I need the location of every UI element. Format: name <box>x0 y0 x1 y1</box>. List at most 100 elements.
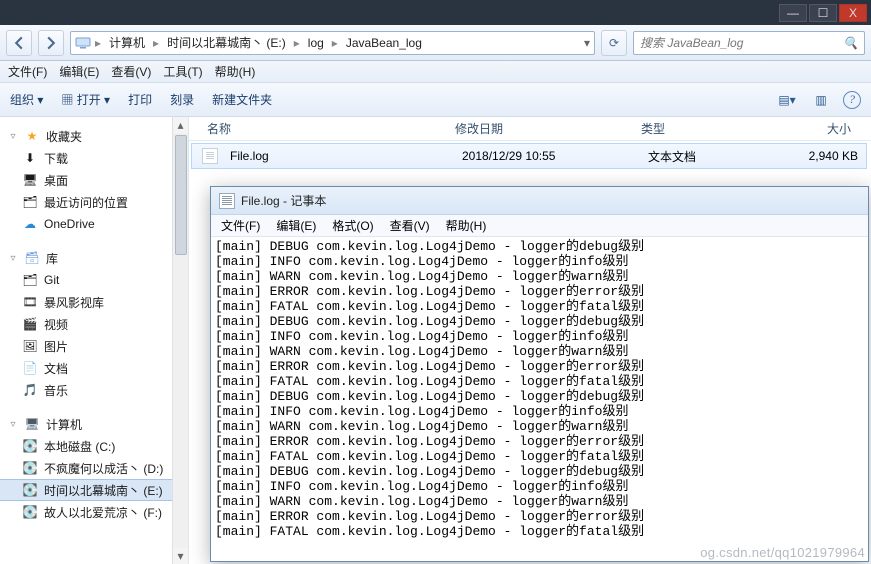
address-bar[interactable]: ▸ 计算机 ▸ 时间以北幕城南丶 (E:) ▸ log ▸ JavaBean_l… <box>70 31 595 55</box>
window-titlebar: — ☐ X <box>0 0 871 25</box>
menu-bar: 文件(F) 编辑(E) 查看(V) 工具(T) 帮助(H) <box>0 61 871 83</box>
np-menu-help[interactable]: 帮助(H) <box>446 217 487 234</box>
address-dropdown-icon[interactable]: ▾ <box>584 36 590 50</box>
breadcrumb-drive-e[interactable]: 时间以北幕城南丶 (E:) <box>163 34 290 51</box>
video-icon: 🎬 <box>22 316 38 332</box>
preview-pane-button[interactable]: ▥ <box>809 89 833 111</box>
refresh-button[interactable]: ⟳ <box>601 30 627 56</box>
column-name[interactable]: 名称 <box>199 120 447 137</box>
view-mode-button[interactable]: ▤ ▾ <box>775 89 799 111</box>
toolbar: 组织 ▾ ▦ 打开 ▾ 打印 刻录 新建文件夹 ▤ ▾ ▥ ? <box>0 83 871 117</box>
file-name: File.log <box>222 149 454 163</box>
notepad-body[interactable]: [main] DEBUG com.kevin.log.Log4jDemo - l… <box>211 237 868 561</box>
chevron-right-icon <box>44 36 58 50</box>
sidebar-item-desktop[interactable]: 🖥桌面 <box>0 169 188 191</box>
close-button[interactable]: X <box>839 4 867 22</box>
sidebar-item-drive-c[interactable]: 💽本地磁盘 (C:) <box>0 435 188 457</box>
sidebar-item-drive-f[interactable]: 💽故人以北爱荒凉丶 (F:) <box>0 501 188 523</box>
file-row[interactable]: File.log 2018/12/29 10:55 文本文档 2,940 KB <box>191 143 867 169</box>
computer-icon <box>75 36 91 50</box>
np-menu-edit[interactable]: 编辑(E) <box>276 217 316 234</box>
notepad-window: File.log - 记事本 文件(F) 编辑(E) 格式(O) 查看(V) 帮… <box>210 186 869 562</box>
drive-icon: 💽 <box>22 460 38 476</box>
navigation-pane: ▿ ★ 收藏夹 ⬇下载 🖥桌面 🗂最近访问的位置 ☁OneDrive ▿ 🗃 库… <box>0 117 189 564</box>
organize-button[interactable]: 组织 ▾ <box>10 91 43 108</box>
music-icon: 🎵 <box>22 382 38 398</box>
text-file-icon <box>202 148 218 164</box>
np-menu-view[interactable]: 查看(V) <box>390 217 430 234</box>
computer-group: ▿ 🖥 计算机 💽本地磁盘 (C:) 💽不疯魔何以成活丶 (D:) 💽时间以北幕… <box>0 413 188 523</box>
favorites-group: ▿ ★ 收藏夹 ⬇下载 🖥桌面 🗂最近访问的位置 ☁OneDrive <box>0 125 188 235</box>
forward-button[interactable] <box>38 30 64 56</box>
desktop-icon: 🖥 <box>22 172 38 188</box>
maximize-button[interactable]: ☐ <box>809 4 837 22</box>
menu-file[interactable]: 文件(F) <box>8 63 47 80</box>
library-icon: 🗃 <box>24 250 40 266</box>
sidebar-item-pictures[interactable]: 🖼图片 <box>0 335 188 357</box>
sidebar-item-music[interactable]: 🎵音乐 <box>0 379 188 401</box>
scroll-thumb[interactable] <box>175 135 187 255</box>
crumb-sep: ▸ <box>95 36 101 50</box>
notepad-icon <box>219 193 235 209</box>
media-icon: 🎞 <box>22 294 38 310</box>
file-type: 文本文档 <box>640 148 780 165</box>
breadcrumb-javabean-log[interactable]: JavaBean_log <box>342 36 426 50</box>
computer-header[interactable]: ▿ 🖥 计算机 <box>0 413 188 435</box>
minimize-button[interactable]: — <box>779 4 807 22</box>
sidebar-item-drive-d[interactable]: 💽不疯魔何以成活丶 (D:) <box>0 457 188 479</box>
notepad-menu: 文件(F) 编辑(E) 格式(O) 查看(V) 帮助(H) <box>211 215 868 237</box>
drive-icon: 💽 <box>22 482 38 498</box>
help-button[interactable]: ? <box>843 91 861 109</box>
drive-icon: 💽 <box>22 438 38 454</box>
menu-tools[interactable]: 工具(T) <box>163 63 202 80</box>
star-icon: ★ <box>24 128 40 144</box>
sidebar-item-storm[interactable]: 🎞暴风影视库 <box>0 291 188 313</box>
scroll-up-icon[interactable]: ▴ <box>173 117 188 133</box>
sidebar-item-videos[interactable]: 🎬视频 <box>0 313 188 335</box>
scroll-down-icon[interactable]: ▾ <box>173 548 188 564</box>
collapse-icon: ▿ <box>8 131 18 142</box>
sidebar-item-downloads[interactable]: ⬇下载 <box>0 147 188 169</box>
download-icon: ⬇ <box>22 150 38 166</box>
new-folder-button[interactable]: 新建文件夹 <box>212 91 272 108</box>
breadcrumb-computer[interactable]: 计算机 <box>105 34 149 51</box>
nav-scrollbar[interactable]: ▴ ▾ <box>172 117 188 564</box>
file-size: 2,940 KB <box>780 149 866 163</box>
search-placeholder: 搜索 JavaBean_log <box>640 34 843 51</box>
column-size[interactable]: 大小 <box>773 120 859 137</box>
sidebar-item-recent[interactable]: 🗂最近访问的位置 <box>0 191 188 213</box>
favorites-header[interactable]: ▿ ★ 收藏夹 <box>0 125 188 147</box>
libraries-group: ▿ 🗃 库 🗂Git 🎞暴风影视库 🎬视频 🖼图片 📄文档 🎵音乐 <box>0 247 188 401</box>
sidebar-item-git[interactable]: 🗂Git <box>0 269 188 291</box>
preview-pane-icon: ▥ <box>815 93 826 107</box>
collapse-icon: ▿ <box>8 419 18 430</box>
column-date[interactable]: 修改日期 <box>447 120 633 137</box>
search-icon: 🔍 <box>843 36 858 50</box>
sidebar-item-documents[interactable]: 📄文档 <box>0 357 188 379</box>
np-menu-file[interactable]: 文件(F) <box>221 217 260 234</box>
menu-view[interactable]: 查看(V) <box>111 63 151 80</box>
notepad-small-icon: ▦ <box>61 93 76 107</box>
notepad-title: File.log - 记事本 <box>241 192 326 209</box>
sidebar-item-drive-e[interactable]: 💽时间以北幕城南丶 (E:) <box>0 479 188 501</box>
address-bar-row: ▸ 计算机 ▸ 时间以北幕城南丶 (E:) ▸ log ▸ JavaBean_l… <box>0 25 871 61</box>
view-mode-icon: ▤ <box>778 93 789 107</box>
column-type[interactable]: 类型 <box>633 120 773 137</box>
notepad-titlebar[interactable]: File.log - 记事本 <box>211 187 868 215</box>
recent-icon: 🗂 <box>22 194 38 210</box>
menu-edit[interactable]: 编辑(E) <box>59 63 99 80</box>
breadcrumb-log[interactable]: log <box>304 36 328 50</box>
burn-button[interactable]: 刻录 <box>170 91 194 108</box>
open-button[interactable]: ▦ 打开 ▾ <box>61 91 110 108</box>
libraries-header[interactable]: ▿ 🗃 库 <box>0 247 188 269</box>
document-icon: 📄 <box>22 360 38 376</box>
menu-help[interactable]: 帮助(H) <box>215 63 256 80</box>
np-menu-format[interactable]: 格式(O) <box>332 217 373 234</box>
chevron-left-icon <box>12 36 26 50</box>
git-icon: 🗂 <box>22 272 38 288</box>
sidebar-item-onedrive[interactable]: ☁OneDrive <box>0 213 188 235</box>
refresh-icon: ⟳ <box>609 36 619 50</box>
search-input[interactable]: 搜索 JavaBean_log 🔍 <box>633 31 865 55</box>
print-button[interactable]: 打印 <box>128 91 152 108</box>
back-button[interactable] <box>6 30 32 56</box>
